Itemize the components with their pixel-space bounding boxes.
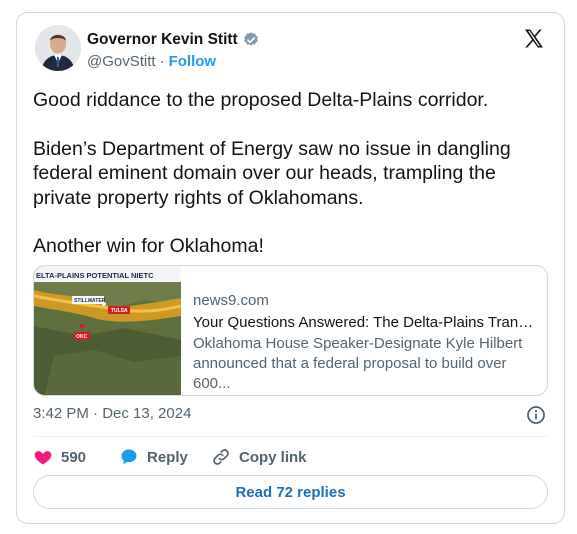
x-logo-icon[interactable] bbox=[522, 27, 546, 51]
like-count: 590 bbox=[61, 448, 87, 466]
divider bbox=[33, 436, 548, 437]
link-chain-icon bbox=[213, 449, 229, 465]
link-domain: news9.com bbox=[193, 292, 269, 309]
verified-badge-icon bbox=[242, 31, 260, 49]
tweet-card: Governor Kevin Stitt @GovStitt · Follow … bbox=[16, 12, 565, 524]
author-handle[interactable]: @GovStitt bbox=[87, 53, 156, 70]
copy-link-button[interactable]: Copy link bbox=[211, 447, 331, 467]
reply-bubble-icon bbox=[121, 449, 137, 465]
action-bar: 590 Reply Copy link bbox=[33, 446, 548, 468]
read-replies-button[interactable]: Read 72 replies bbox=[33, 475, 548, 509]
tweet-paragraph: Biden’s Department of Energy saw no issu… bbox=[33, 137, 511, 209]
author-name-row: Governor Kevin Stitt bbox=[87, 31, 260, 49]
heart-icon bbox=[34, 451, 52, 465]
map-label-tulsa: TULSA bbox=[111, 308, 128, 314]
like-button[interactable]: 590 bbox=[33, 447, 119, 467]
follow-button[interactable]: Follow bbox=[169, 53, 217, 70]
tweet-timestamp[interactable]: 3:42 PM · Dec 13, 2024 bbox=[33, 405, 191, 422]
map-label-okc: OKC bbox=[76, 334, 88, 340]
tweet-paragraph: Another win for Oklahoma! bbox=[33, 235, 264, 257]
link-thumbnail-map: ELTA-PLAINS POTENTIAL NIETC STILLWATER T… bbox=[34, 266, 182, 395]
link-description: Oklahoma House Speaker-Designate Kyle Hi… bbox=[193, 335, 523, 392]
reply-label: Reply bbox=[147, 448, 188, 466]
map-label-stillwater: STILLWATER bbox=[74, 298, 106, 304]
avatar[interactable] bbox=[35, 25, 81, 71]
info-icon[interactable] bbox=[526, 405, 546, 425]
tweet-paragraph: Good riddance to the proposed Delta-Plai… bbox=[33, 89, 489, 111]
link-preview-card[interactable]: ELTA-PLAINS POTENTIAL NIETC STILLWATER T… bbox=[33, 265, 548, 396]
copy-link-label: Copy link bbox=[239, 448, 307, 466]
author-name[interactable]: Governor Kevin Stitt bbox=[87, 31, 238, 49]
separator-dot: · bbox=[159, 53, 165, 70]
thumbnail-caption: ELTA-PLAINS POTENTIAL NIETC bbox=[36, 271, 154, 280]
link-text-block: news9.com Your Questions Answered: The D… bbox=[193, 291, 538, 394]
tweet-text: Good riddance to the proposed Delta-Plai… bbox=[33, 88, 548, 259]
link-title: Your Questions Answered: The Delta-Plain… bbox=[193, 314, 538, 331]
reply-button[interactable]: Reply bbox=[119, 447, 211, 467]
handle-row: @GovStitt · Follow bbox=[87, 53, 216, 70]
